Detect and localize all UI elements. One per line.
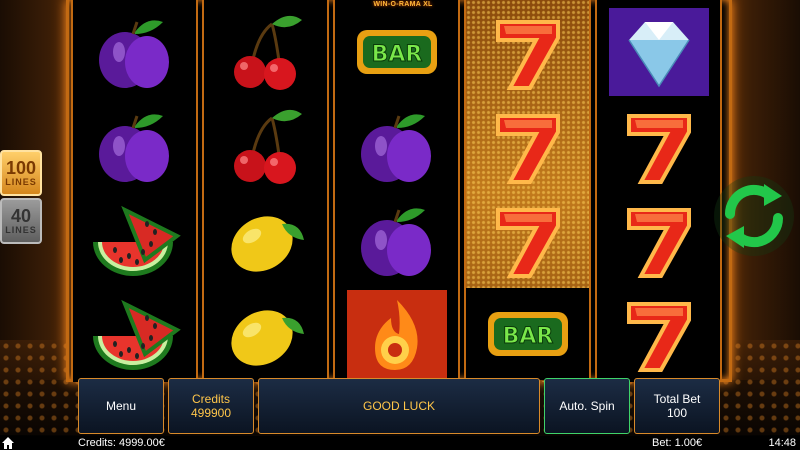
reel-5	[595, 0, 722, 382]
reel-2	[202, 0, 329, 382]
credits-value: 499900	[190, 406, 232, 420]
control-bar: Menu Credits 499900 GOOD LUCK Auto. Spin…	[78, 378, 720, 434]
lines-100-button[interactable]: 100 LINES	[0, 150, 42, 196]
plum-symbol	[73, 100, 196, 192]
lemon-icon	[230, 216, 304, 272]
status-credits: Credits: 4999.00€	[78, 437, 165, 449]
seven-symbol	[597, 100, 720, 192]
lines-100-label: LINES	[5, 177, 37, 187]
game-stage: BAR BAR WIN-O-RAMA XL 100 LINES 40 LINES…	[0, 0, 800, 450]
reel-1	[71, 0, 198, 382]
reel-frame: BAR BAR	[66, 0, 732, 382]
lines-40-label: LINES	[5, 225, 37, 235]
seven-icon	[495, 208, 560, 278]
seven-icon	[626, 114, 691, 184]
seven-symbol	[466, 6, 589, 98]
plum-symbol	[335, 100, 458, 192]
plum-symbol	[73, 6, 196, 98]
diamond-icon	[608, 8, 709, 96]
lines-40-number: 40	[10, 206, 32, 226]
home-icon[interactable]	[2, 437, 14, 449]
bar-symbol: BAR	[466, 288, 589, 380]
seven-icon	[495, 114, 560, 184]
menu-label: Menu	[105, 399, 137, 413]
total-bet-label: Total Bet	[653, 392, 701, 406]
plum-icon	[360, 208, 431, 276]
plum-symbol	[335, 194, 458, 286]
lines-40-button[interactable]: 40 LINES	[0, 198, 42, 244]
cherry-symbol	[204, 100, 327, 192]
lemon-symbol	[204, 288, 327, 380]
plum-icon	[98, 114, 169, 182]
seven-symbol	[466, 100, 589, 192]
seven-icon	[495, 20, 560, 90]
credits-label: Credits	[191, 392, 230, 406]
lemon-symbol	[204, 194, 327, 286]
autospin-label: Auto. Spin	[559, 399, 615, 413]
diamond-symbol	[597, 6, 720, 98]
plum-icon	[98, 20, 169, 88]
refresh-arrows-icon	[714, 176, 794, 256]
bar-icon: BAR	[487, 312, 568, 356]
bar-symbol-text: BAR	[502, 324, 553, 349]
seven-symbol	[466, 194, 589, 286]
plum-icon	[360, 114, 431, 182]
menu-button[interactable]: Menu	[78, 378, 164, 434]
status-time: 14:48	[768, 437, 796, 449]
cherry-symbol	[204, 6, 327, 98]
fire-icon	[346, 290, 447, 378]
autospin-button[interactable]: Auto. Spin	[544, 378, 630, 434]
bar-icon: BAR	[356, 30, 437, 74]
status-bet: Bet: 1.00€	[652, 437, 703, 449]
lines-selector: 100 LINES 40 LINES	[0, 150, 44, 246]
cherry-icon	[233, 109, 302, 184]
watermelon-symbol	[73, 194, 196, 286]
message-text: GOOD LUCK	[362, 399, 435, 413]
reel-3: BAR	[333, 0, 460, 382]
bar-symbol-text: BAR	[371, 42, 422, 67]
seven-icon	[626, 302, 691, 372]
total-bet-button[interactable]: Total Bet 100	[634, 378, 720, 434]
watermelon-icon	[92, 205, 181, 276]
seven-icon	[626, 208, 691, 278]
fire-symbol	[335, 288, 458, 380]
game-title: WIN-O-RAMA XL	[373, 1, 433, 8]
status-bar: Credits: 4999.00€ Bet: 1.00€ 14:48	[0, 436, 800, 450]
lemon-icon	[230, 310, 304, 366]
credits-display: Credits 499900	[168, 378, 254, 434]
watermelon-symbol	[73, 288, 196, 380]
bar-symbol: BAR	[335, 6, 458, 98]
message-display: GOOD LUCK	[258, 378, 540, 434]
seven-symbol	[597, 194, 720, 286]
lines-100-number: 100	[5, 158, 37, 178]
reel-4: BAR	[464, 0, 591, 382]
cherry-icon	[233, 15, 302, 90]
spin-button[interactable]	[710, 172, 798, 260]
seven-symbol	[597, 288, 720, 380]
watermelon-icon	[92, 299, 181, 370]
total-bet-value: 100	[666, 406, 688, 420]
